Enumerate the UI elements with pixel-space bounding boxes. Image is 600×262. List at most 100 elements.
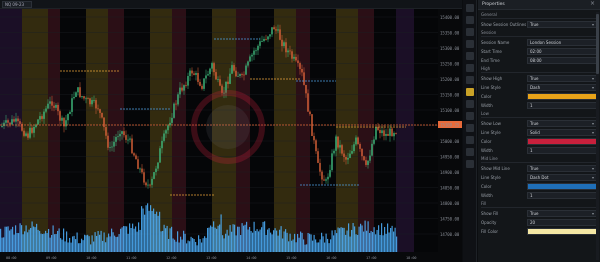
section-title[interactable]: Session bbox=[481, 29, 597, 37]
time-tick-label: 18:00 bbox=[406, 256, 417, 260]
volume-bar bbox=[328, 243, 330, 252]
section-title[interactable]: Fill bbox=[481, 200, 597, 208]
candle-body bbox=[331, 153, 333, 171]
price-tick-label: 15150.00 bbox=[440, 93, 460, 98]
candle-body bbox=[75, 92, 77, 97]
section-title[interactable]: Mid Line bbox=[481, 155, 597, 163]
symbol-tab[interactable]: NQ 09-23 bbox=[2, 1, 32, 8]
color-swatch[interactable] bbox=[527, 227, 597, 235]
color-swatch[interactable] bbox=[527, 92, 597, 100]
property-input[interactable]: London Session bbox=[527, 38, 597, 46]
volume-bar bbox=[0, 228, 2, 252]
volume-bar bbox=[306, 244, 308, 252]
candle-body bbox=[189, 70, 191, 77]
volume-bar bbox=[184, 233, 186, 252]
property-select[interactable]: Dash ▾ bbox=[527, 83, 597, 91]
rectangle-tool-icon[interactable] bbox=[466, 52, 474, 60]
candle-body bbox=[213, 63, 215, 73]
eye-icon[interactable] bbox=[466, 148, 474, 156]
ray-tool-icon[interactable] bbox=[466, 40, 474, 48]
section-title[interactable]: General bbox=[481, 11, 597, 19]
volume-bar bbox=[52, 225, 54, 252]
property-input[interactable]: 1 bbox=[527, 146, 597, 154]
property-input[interactable]: 1 bbox=[527, 101, 597, 109]
volume-bar bbox=[148, 210, 150, 252]
candle-body bbox=[105, 127, 107, 136]
candle-body bbox=[255, 50, 257, 52]
volume-bar bbox=[223, 238, 225, 252]
property-input[interactable]: 1 bbox=[527, 191, 597, 199]
volume-bar bbox=[273, 230, 275, 252]
lock-icon[interactable] bbox=[466, 136, 474, 144]
property-row: Show Session Outlines True ▾ bbox=[481, 20, 597, 28]
property-select[interactable]: Dash Dot ▾ bbox=[527, 173, 597, 181]
volume-bar bbox=[103, 232, 105, 252]
section-title[interactable]: Low bbox=[481, 110, 597, 118]
candle-body bbox=[7, 120, 9, 123]
property-input[interactable]: 02:00 bbox=[527, 47, 597, 55]
property-select[interactable]: True ▾ bbox=[527, 164, 597, 172]
magnet-icon[interactable] bbox=[466, 124, 474, 132]
volume-bar bbox=[375, 234, 377, 252]
candle-body bbox=[191, 70, 193, 74]
zoom-tool-icon[interactable] bbox=[466, 112, 474, 120]
volume-bar bbox=[309, 233, 311, 252]
text-tool-icon[interactable] bbox=[466, 76, 474, 84]
price-chart[interactable]: 15400.00 15350.00 15300.00 15250.00 15200.00… bbox=[0, 9, 462, 262]
property-input[interactable]: 20 bbox=[527, 218, 597, 226]
property-select[interactable]: True ▾ bbox=[527, 74, 597, 82]
trash-icon[interactable] bbox=[466, 160, 474, 168]
property-select[interactable]: Solid ▾ bbox=[527, 128, 597, 136]
volume-bar bbox=[172, 238, 174, 252]
volume-bar bbox=[229, 225, 231, 252]
candle-body bbox=[351, 151, 353, 154]
volume-bar bbox=[312, 240, 314, 252]
highlight-tool-icon[interactable] bbox=[466, 88, 474, 96]
line-tool-icon[interactable] bbox=[466, 28, 474, 36]
volume-bar bbox=[234, 224, 236, 252]
color-swatch[interactable] bbox=[527, 137, 597, 145]
volume-bar bbox=[42, 234, 44, 252]
candle-body bbox=[81, 96, 83, 98]
candle-body bbox=[97, 108, 99, 110]
candle-body bbox=[201, 85, 203, 89]
session-band bbox=[108, 9, 124, 252]
volume-bar bbox=[60, 238, 62, 252]
chart-area[interactable]: NQ 09-23 15400.00 15350.00 15300.00 15250.0… bbox=[0, 0, 462, 262]
candle-body bbox=[215, 72, 217, 80]
volume-bar bbox=[319, 239, 321, 252]
property-select[interactable]: True ▾ bbox=[527, 209, 597, 217]
color-swatch[interactable] bbox=[527, 182, 597, 190]
crosshair-icon[interactable] bbox=[466, 16, 474, 24]
panel-scrollbar[interactable] bbox=[596, 12, 599, 260]
volume-bar bbox=[390, 227, 392, 252]
property-select[interactable]: True ▾ bbox=[527, 20, 597, 28]
candle-body bbox=[59, 111, 61, 121]
property-select[interactable]: True ▾ bbox=[527, 119, 597, 127]
volume-bar bbox=[88, 236, 90, 252]
property-label: Show Low bbox=[481, 120, 501, 126]
candle-body bbox=[279, 29, 281, 40]
candle-body bbox=[231, 65, 233, 74]
volume-bar bbox=[282, 238, 284, 252]
candle-body bbox=[249, 56, 251, 62]
section-title[interactable]: High bbox=[481, 65, 597, 73]
volume-bar bbox=[330, 239, 332, 252]
volume-bar bbox=[265, 234, 267, 252]
property-input[interactable]: 08:00 bbox=[527, 56, 597, 64]
candle-body bbox=[137, 159, 139, 169]
candle-body bbox=[95, 100, 97, 109]
measure-tool-icon[interactable] bbox=[466, 100, 474, 108]
scrollbar-thumb[interactable] bbox=[596, 14, 599, 74]
volume-bar bbox=[165, 228, 167, 252]
candle-body bbox=[147, 184, 149, 186]
candle-body bbox=[363, 156, 365, 161]
volume-bar bbox=[289, 233, 291, 252]
volume-bar bbox=[102, 240, 104, 252]
fib-tool-icon[interactable] bbox=[466, 64, 474, 72]
pointer-icon[interactable] bbox=[466, 4, 474, 12]
candle-body bbox=[69, 111, 71, 115]
volume-bar bbox=[225, 233, 227, 252]
close-icon[interactable]: × bbox=[589, 1, 596, 8]
candle-body bbox=[19, 121, 21, 124]
